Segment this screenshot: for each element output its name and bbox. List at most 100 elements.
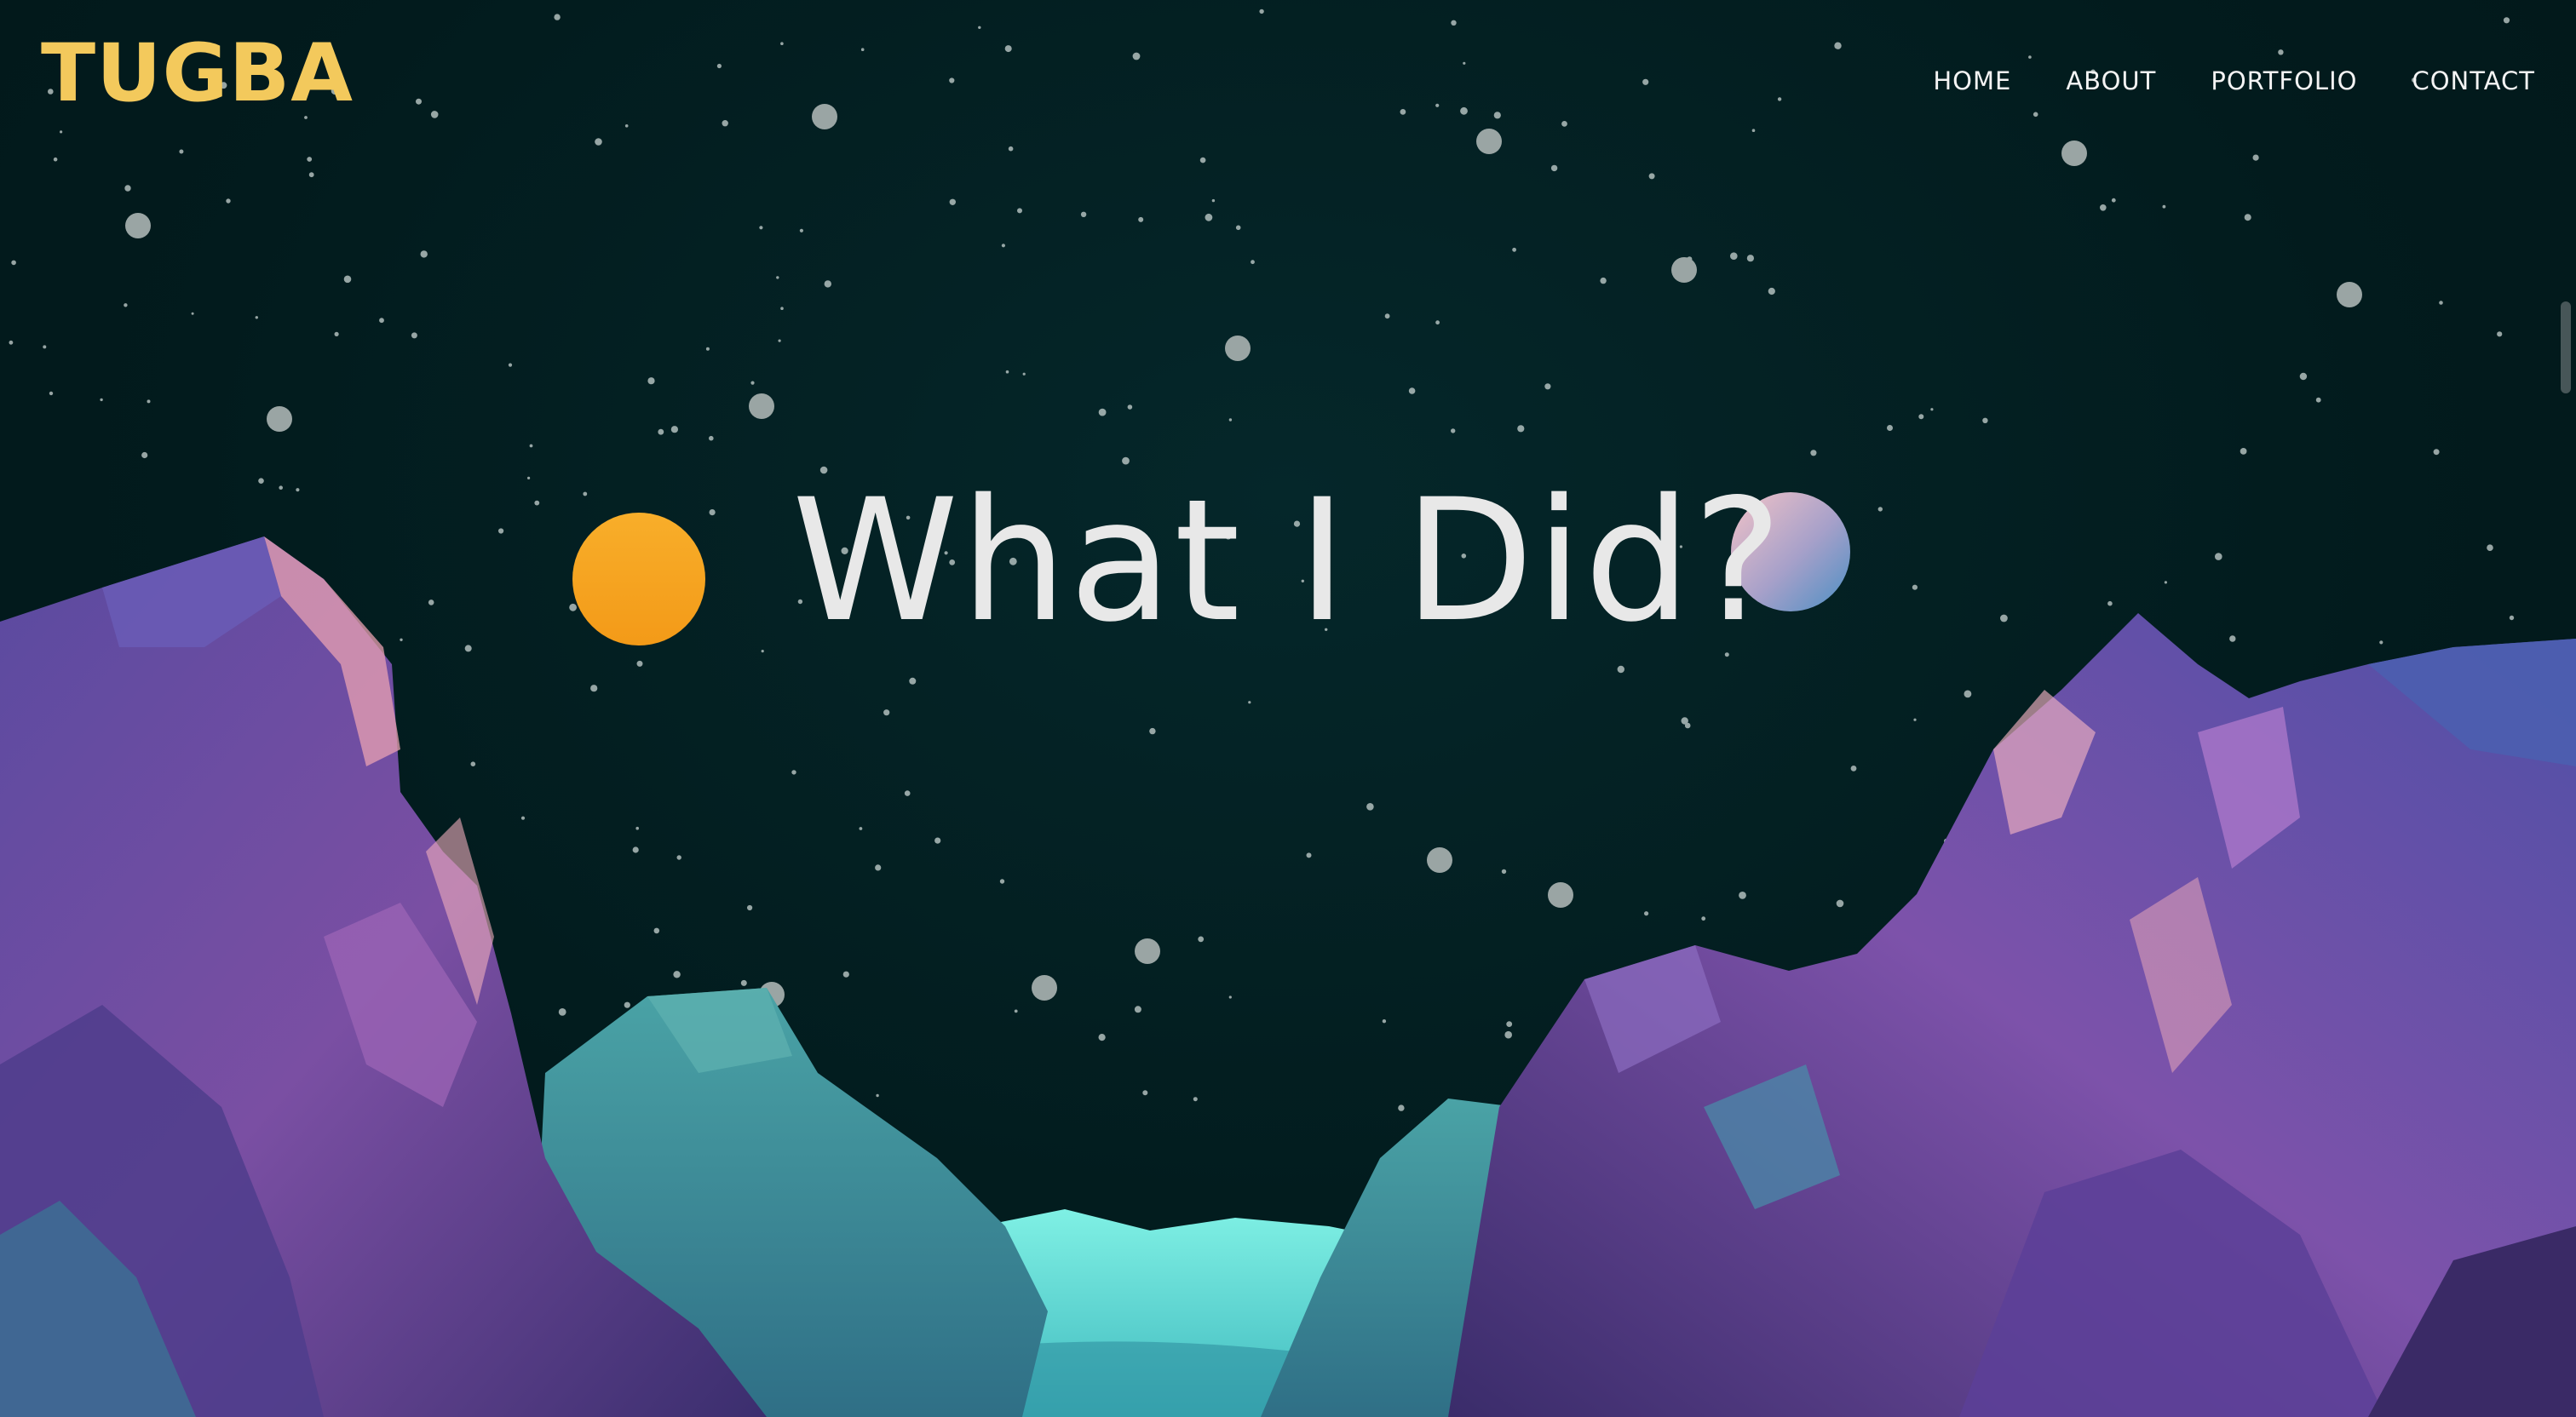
small-star: [1138, 216, 1144, 222]
small-star: [191, 312, 194, 315]
small-star: [554, 14, 561, 20]
small-star: [1251, 260, 1255, 265]
small-star: [2315, 397, 2321, 403]
small-star: [1768, 287, 1775, 295]
small-star: [1382, 1019, 1387, 1024]
large-star: [1671, 257, 1697, 283]
small-star: [673, 971, 681, 978]
small-star: [1730, 252, 1738, 261]
small-star: [1913, 718, 1917, 721]
small-star: [842, 971, 849, 978]
small-star: [420, 250, 428, 258]
small-star: [934, 837, 941, 844]
small-star: [876, 1093, 879, 1098]
small-star: [2299, 372, 2308, 381]
small-star: [9, 340, 14, 345]
small-star: [1506, 1021, 1513, 1027]
small-star: [1501, 869, 1507, 875]
small-star: [1512, 247, 1516, 252]
large-star: [1427, 847, 1452, 873]
nav-item-about[interactable]: ABOUT: [2066, 66, 2156, 95]
nav-item-home[interactable]: HOME: [1933, 66, 2011, 95]
page-scrollbar[interactable]: [2561, 301, 2571, 393]
small-star: [43, 345, 47, 349]
hero-title: What I Did?: [791, 462, 1785, 659]
small-star: [1504, 1030, 1512, 1039]
small-star: [883, 709, 890, 716]
small-star: [590, 685, 598, 692]
small-star: [949, 198, 957, 205]
large-star: [267, 406, 292, 432]
small-star: [860, 48, 865, 51]
small-star: [1435, 320, 1440, 325]
small-star: [1561, 121, 1567, 127]
large-star: [1225, 336, 1251, 361]
small-star: [632, 846, 639, 853]
small-star: [343, 275, 352, 284]
small-star: [416, 98, 422, 105]
small-star: [379, 318, 384, 324]
small-star: [1205, 213, 1213, 221]
small-star: [635, 826, 639, 830]
small-star: [308, 172, 314, 178]
small-star: [1098, 408, 1107, 416]
small-star: [759, 226, 763, 230]
large-star: [1032, 975, 1057, 1001]
small-star: [1211, 198, 1216, 203]
small-star: [1751, 129, 1756, 132]
space-landscape-illustration: [0, 9, 2576, 1417]
small-star: [1746, 255, 1754, 262]
small-star: [1198, 936, 1205, 943]
small-star: [653, 927, 660, 934]
small-star: [1001, 244, 1005, 248]
small-star: [2244, 214, 2251, 221]
small-star: [824, 280, 831, 288]
small-star: [2162, 204, 2166, 209]
small-star: [1460, 106, 1468, 115]
small-star: [1463, 61, 1466, 65]
small-star: [1600, 277, 1607, 284]
small-star: [747, 904, 753, 911]
nav-item-portfolio[interactable]: PORTFOLIO: [2211, 66, 2357, 95]
nav-item-contact[interactable]: CONTACT: [2412, 66, 2535, 95]
small-star: [1544, 383, 1551, 390]
small-star: [1228, 995, 1232, 999]
small-star: [1008, 146, 1014, 152]
site-logo[interactable]: TUGBA: [41, 34, 354, 114]
small-star: [1451, 20, 1457, 26]
small-star: [1739, 892, 1746, 899]
small-star: [2111, 198, 2116, 203]
small-star: [1964, 690, 1972, 698]
small-star: [430, 111, 439, 118]
small-star: [978, 26, 981, 29]
small-star: [624, 124, 629, 128]
small-star: [676, 855, 681, 860]
small-star: [1127, 404, 1133, 410]
small-star: [1550, 164, 1558, 172]
small-star: [2240, 448, 2247, 455]
small-star: [658, 428, 664, 435]
large-star: [125, 213, 151, 238]
small-star: [124, 185, 131, 192]
small-star: [1080, 211, 1087, 217]
small-star: [709, 435, 714, 441]
small-star: [53, 157, 58, 162]
small-star: [1384, 313, 1390, 319]
small-star: [1022, 372, 1026, 376]
small-star: [904, 790, 911, 796]
small-star: [1398, 1104, 1405, 1111]
small-star: [2278, 49, 2284, 55]
small-star: [1617, 665, 1625, 674]
small-star: [1930, 408, 1934, 411]
small-star: [740, 979, 747, 986]
small-star: [799, 228, 804, 232]
small-star: [780, 42, 784, 45]
small-star: [1149, 727, 1156, 735]
small-star: [1400, 108, 1406, 115]
small-star: [2503, 17, 2510, 24]
small-star: [2100, 204, 2107, 211]
small-star: [2028, 55, 2032, 59]
small-star: [1005, 370, 1009, 374]
small-star: [60, 130, 63, 134]
small-star: [1306, 852, 1312, 858]
